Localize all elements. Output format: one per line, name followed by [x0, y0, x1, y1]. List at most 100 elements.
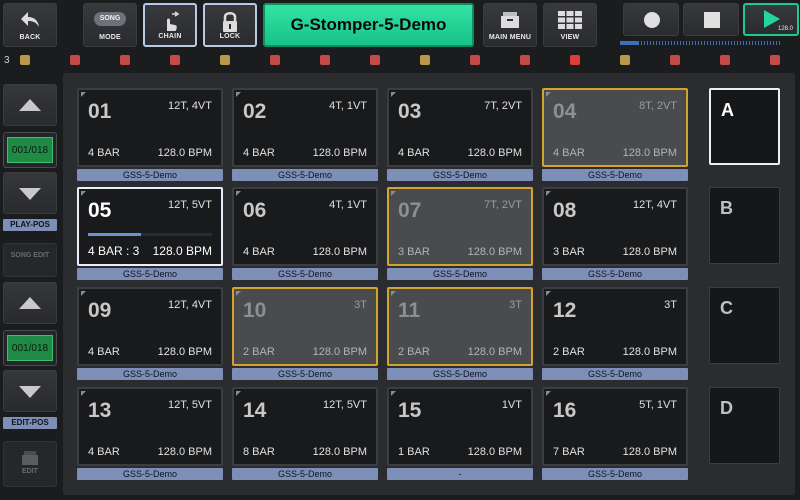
grid-view-icon — [558, 11, 582, 29]
channel-indicator-icon[interactable] — [20, 55, 30, 65]
pattern-track-count: 5T, 1VT — [639, 399, 677, 411]
play-pos-display: 001/018 — [3, 132, 57, 168]
pattern-pad[interactable]: 08 12T, 4VT 3 BAR 128.0 BPM — [542, 187, 688, 266]
pattern-bpm: 128.0 BPM — [312, 446, 367, 458]
pattern-pad[interactable]: 02 4T, 1VT 4 BAR 128.0 BPM — [232, 88, 378, 167]
channel-indicator-icon[interactable] — [320, 55, 330, 65]
pattern-pad[interactable]: 04 8T, 2VT 4 BAR 128.0 BPM — [542, 88, 688, 167]
record-button[interactable] — [623, 3, 679, 36]
scene-button[interactable]: A — [709, 88, 780, 165]
channel-indicator-icon[interactable] — [620, 55, 630, 65]
play-pos-up-button[interactable] — [3, 84, 57, 126]
pattern-bpm: 128.0 BPM — [152, 244, 212, 258]
mode-label: MODE — [99, 34, 121, 41]
scene-button[interactable]: C — [709, 287, 780, 364]
pattern-number: 05 — [88, 199, 112, 222]
pattern-pad[interactable]: 01 12T, 4VT 4 BAR 128.0 BPM — [77, 88, 223, 167]
channel-indicator-icon[interactable] — [370, 55, 380, 65]
scene-button[interactable]: D — [709, 387, 780, 464]
pattern-track-count: 12T, 5VT — [167, 199, 212, 211]
channel-indicator-icon[interactable] — [770, 55, 780, 65]
channel-indicator-icon[interactable] — [670, 55, 680, 65]
menu-box-icon — [501, 12, 519, 28]
pattern-pad[interactable]: 12 3T 2 BAR 128.0 BPM — [542, 287, 688, 366]
channel-indicator-icon[interactable] — [470, 55, 480, 65]
pattern-bar-length: 2 BAR — [243, 346, 275, 358]
pattern-pad[interactable]: 03 7T, 2VT 4 BAR 128.0 BPM — [387, 88, 533, 167]
pattern-bar-length: 4 BAR — [88, 446, 120, 458]
play-pos-down-button[interactable] — [3, 172, 57, 214]
pattern-pad[interactable]: 16 5T, 1VT 7 BAR 128.0 BPM — [542, 387, 688, 466]
corner-marker-icon — [236, 92, 241, 97]
mode-pill: SONG — [94, 12, 126, 26]
up-arrow-icon — [19, 99, 41, 111]
main-menu-button[interactable]: MAIN MENU — [483, 3, 537, 47]
pattern-kit-label: GSS-5-Demo — [232, 268, 378, 280]
pattern-number: 01 — [88, 100, 112, 123]
back-arrow-icon — [21, 12, 39, 27]
pattern-pad[interactable]: 11 3T 2 BAR 128.0 BPM — [387, 287, 533, 366]
channel-indicator-icon[interactable] — [170, 55, 180, 65]
stop-button[interactable] — [683, 3, 739, 36]
pattern-number: 02 — [243, 100, 267, 123]
channel-indicator-icon[interactable] — [570, 55, 580, 65]
pattern-number: 09 — [88, 299, 112, 322]
pattern-number: 14 — [243, 399, 267, 422]
pattern-kit-label: GSS-5-Demo — [542, 368, 688, 380]
pattern-kit-label: GSS-5-Demo — [232, 169, 378, 181]
lock-button[interactable]: LOCK — [203, 3, 257, 47]
song-edit-button[interactable]: SONG EDIT — [3, 243, 57, 277]
pattern-pad[interactable]: 10 3T 2 BAR 128.0 BPM — [232, 287, 378, 366]
channel-indicator-icon[interactable] — [270, 55, 280, 65]
pattern-number: 07 — [398, 199, 422, 222]
pattern-pad[interactable]: 14 12T, 5VT 8 BAR 128.0 BPM — [232, 387, 378, 466]
play-button[interactable]: 128.0 — [743, 3, 799, 36]
pattern-pad[interactable]: 07 7T, 2VT 3 BAR 128.0 BPM — [387, 187, 533, 266]
pattern-bpm: 128.0 BPM — [312, 346, 367, 358]
pattern-pad[interactable]: 13 12T, 5VT 4 BAR 128.0 BPM — [77, 387, 223, 466]
scene-button[interactable]: B — [709, 187, 780, 264]
back-button[interactable]: BACK — [3, 3, 57, 47]
corner-marker-icon — [391, 92, 396, 97]
pattern-track-count: 12T, 5VT — [322, 399, 367, 411]
pattern-track-count: 12T, 4VT — [632, 199, 677, 211]
mode-button[interactable]: SONG MODE — [83, 3, 137, 47]
view-button[interactable]: VIEW — [543, 3, 597, 47]
edit-pos-down-button[interactable] — [3, 370, 57, 412]
pattern-pad[interactable]: 09 12T, 4VT 4 BAR 128.0 BPM — [77, 287, 223, 366]
pattern-number: 13 — [88, 399, 112, 422]
pattern-number: 04 — [553, 100, 577, 123]
pattern-bar-length: 2 BAR — [398, 346, 430, 358]
edit-button[interactable]: EDIT — [3, 441, 57, 487]
pattern-pad[interactable]: 06 4T, 1VT 4 BAR 128.0 BPM — [232, 187, 378, 266]
pattern-bar-length: 4 BAR : 3 — [88, 244, 140, 258]
pattern-bar-length: 3 BAR — [553, 246, 585, 258]
pattern-bar-length: 3 BAR — [398, 246, 430, 258]
up-arrow-icon — [19, 297, 41, 309]
channel-indicator-icon[interactable] — [720, 55, 730, 65]
pattern-pad[interactable]: 05 12T, 5VT 4 BAR : 3 128.0 BPM — [77, 187, 223, 266]
channel-indicator-icon[interactable] — [70, 55, 80, 65]
pattern-bar-length: 4 BAR — [398, 147, 430, 159]
corner-marker-icon — [236, 191, 241, 196]
channel-indicator-icon[interactable] — [520, 55, 530, 65]
pattern-track-count: 12T, 4VT — [167, 299, 212, 311]
corner-marker-icon — [81, 291, 86, 296]
song-title[interactable]: G-Stomper-5-Demo — [263, 3, 474, 47]
pattern-bpm: 128.0 BPM — [622, 346, 677, 358]
pattern-bar-length: 4 BAR — [243, 147, 275, 159]
edit-box-icon — [22, 451, 38, 465]
channel-indicator-row: 3 — [0, 51, 800, 69]
channel-indicator-icon[interactable] — [120, 55, 130, 65]
chain-label: CHAIN — [158, 33, 182, 40]
channel-indicator-icon[interactable] — [220, 55, 230, 65]
song-progress-fill — [620, 41, 638, 45]
pattern-pad[interactable]: 15 1VT 1 BAR 128.0 BPM — [387, 387, 533, 466]
down-arrow-icon — [19, 386, 41, 398]
chain-button[interactable]: CHAIN — [143, 3, 197, 47]
edit-pos-up-button[interactable] — [3, 282, 57, 324]
corner-marker-icon — [81, 391, 86, 396]
pattern-bpm: 128.0 BPM — [467, 446, 522, 458]
pattern-bpm: 128.0 BPM — [157, 147, 212, 159]
channel-indicator-icon[interactable] — [420, 55, 430, 65]
